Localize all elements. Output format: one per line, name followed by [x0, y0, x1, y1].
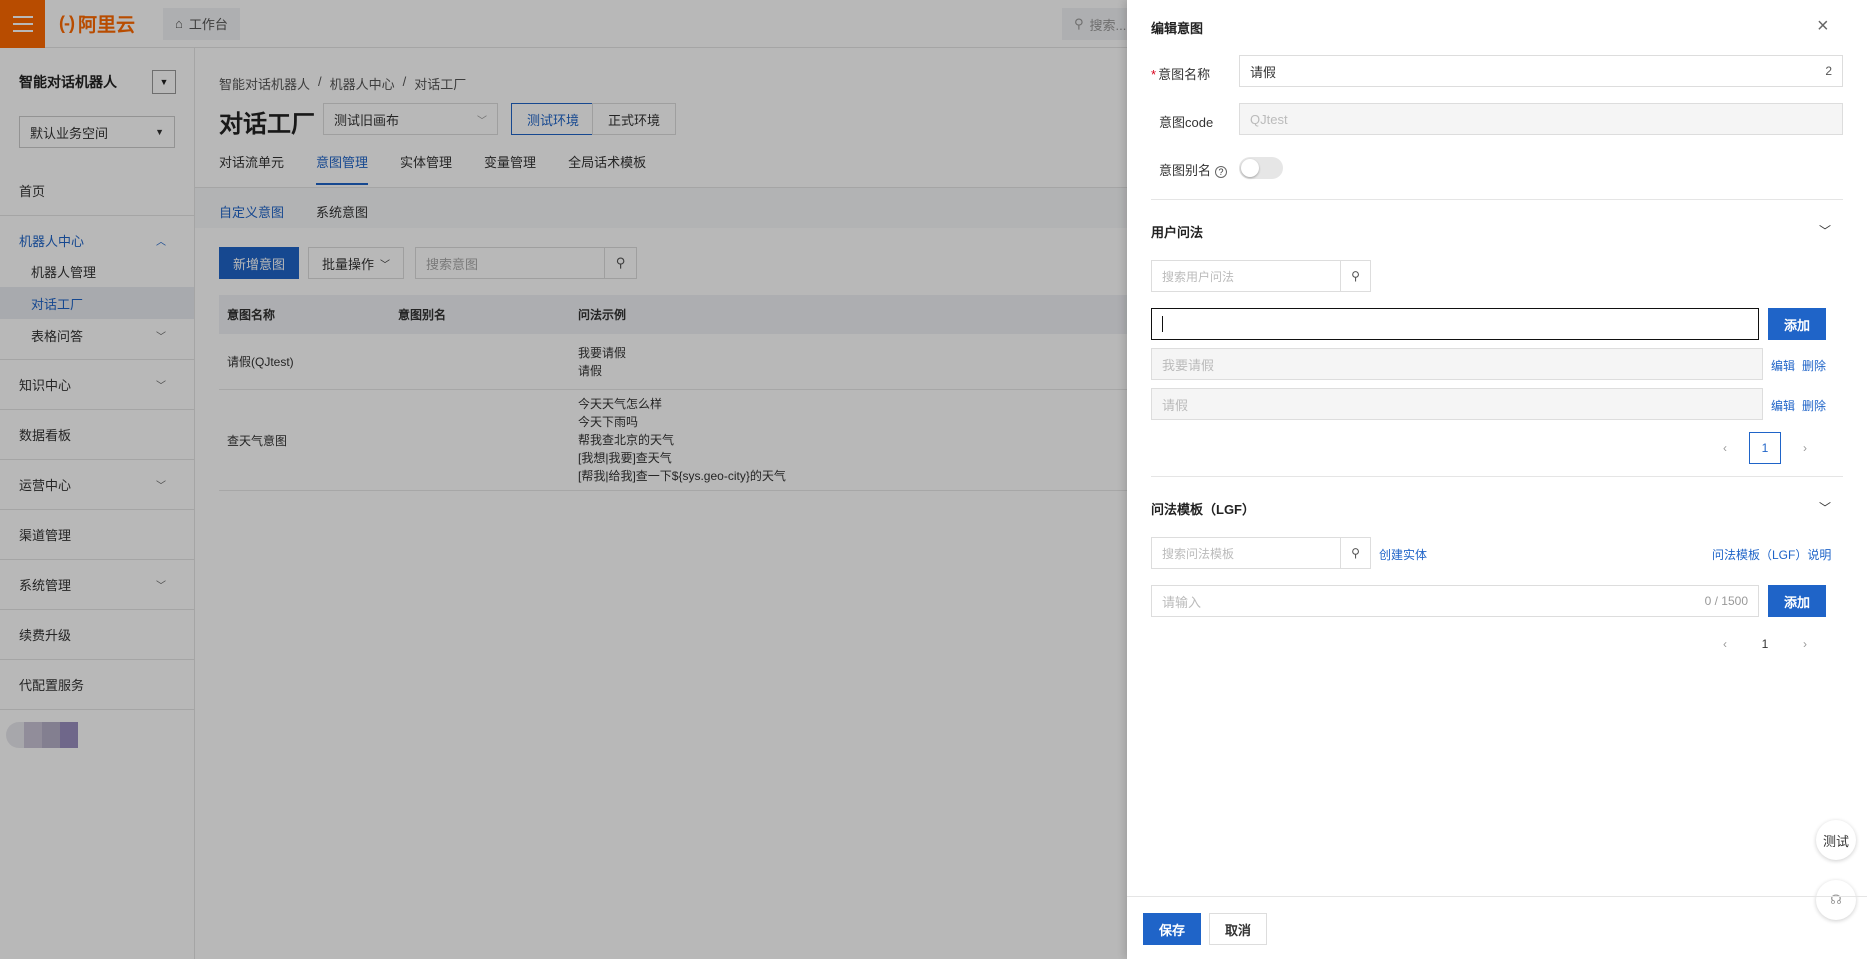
list-item: 请假: [1151, 388, 1763, 420]
search-icon[interactable]: ⚲: [1340, 538, 1370, 568]
question-text: 请假: [1162, 397, 1189, 413]
search-placeholder: 搜索问法模板: [1162, 546, 1235, 561]
save-label: 保存: [1158, 922, 1185, 938]
divider: [1127, 896, 1867, 897]
chevron-down-icon[interactable]: ﹀: [1819, 222, 1831, 239]
user-question-search-input[interactable]: 搜索用户问法 ⚲: [1151, 260, 1371, 292]
next-page-icon[interactable]: ›: [1803, 441, 1807, 455]
add-user-question-button[interactable]: 添加: [1768, 308, 1826, 340]
search-placeholder: 搜索用户问法: [1162, 269, 1235, 284]
page-1-button[interactable]: 1: [1749, 628, 1781, 660]
edit-intent-drawer: 编辑意图 × * 意图名称 请假 2 意图code QJtest 意图别名? 用户…: [1127, 0, 1867, 959]
intent-name-value: 请假: [1250, 64, 1277, 80]
required-mark: *: [1151, 67, 1157, 82]
text-cursor: [1162, 316, 1163, 332]
create-entity-link[interactable]: 创建实体: [1379, 546, 1427, 563]
add-lgf-button[interactable]: 添加: [1768, 585, 1826, 617]
test-button[interactable]: 测试: [1816, 820, 1856, 860]
label-text: 意图名称: [1158, 67, 1211, 82]
next-page-icon[interactable]: ›: [1803, 637, 1807, 651]
edit-button[interactable]: 编辑: [1771, 397, 1795, 414]
cancel-button[interactable]: 取消: [1209, 913, 1267, 945]
search-icon[interactable]: ⚲: [1340, 261, 1370, 291]
cancel-label: 取消: [1224, 922, 1251, 938]
lgf-pagination: ‹ 1 ›: [1723, 628, 1807, 660]
char-count: 2: [1825, 64, 1832, 78]
drawer-title: 编辑意图: [1151, 21, 1204, 36]
alias-toggle[interactable]: [1239, 157, 1283, 179]
divider: [1151, 476, 1843, 477]
prev-page-icon[interactable]: ‹: [1723, 441, 1727, 455]
user-questions-title: 用户问法: [1151, 225, 1204, 240]
intent-alias-label: 意图别名?: [1159, 160, 1228, 179]
char-count: 0 / 1500: [1704, 594, 1748, 608]
add-label: 添加: [1783, 594, 1810, 610]
lgf-help-link[interactable]: 问法模板（LGF）说明: [1712, 546, 1831, 563]
lgf-search-input[interactable]: 搜索问法模板 ⚲: [1151, 537, 1371, 569]
test-label: 测试: [1822, 833, 1849, 849]
list-item: 我要请假: [1151, 348, 1763, 380]
intent-code-label: 意图code: [1159, 115, 1214, 130]
help-icon[interactable]: ?: [1215, 165, 1228, 178]
support-headset-icon[interactable]: ☊: [1816, 880, 1856, 920]
intent-code-input: QJtest: [1239, 103, 1843, 135]
new-user-question-input[interactable]: [1151, 308, 1759, 340]
delete-button[interactable]: 删除: [1802, 397, 1826, 414]
lgf-placeholder: 请输入: [1162, 594, 1202, 610]
intent-code-value: QJtest: [1250, 111, 1288, 127]
edit-button[interactable]: 编辑: [1771, 357, 1795, 374]
intent-name-label: * 意图名称: [1151, 64, 1210, 83]
user-question-pagination: ‹ 1 ›: [1723, 432, 1807, 464]
label-text: 意图别名: [1159, 163, 1212, 178]
delete-button[interactable]: 删除: [1802, 357, 1826, 374]
prev-page-icon[interactable]: ‹: [1723, 637, 1727, 651]
close-icon[interactable]: ×: [1817, 16, 1829, 36]
question-text: 我要请假: [1162, 357, 1215, 373]
divider: [1151, 199, 1843, 200]
save-button[interactable]: 保存: [1143, 913, 1201, 945]
lgf-title: 问法模板（LGF）: [1151, 502, 1255, 517]
lgf-input[interactable]: 请输入 0 / 1500: [1151, 585, 1759, 617]
intent-name-input[interactable]: 请假 2: [1239, 55, 1843, 87]
chevron-down-icon[interactable]: ﹀: [1819, 499, 1831, 516]
add-label: 添加: [1783, 317, 1810, 333]
page-1-button[interactable]: 1: [1749, 432, 1781, 464]
